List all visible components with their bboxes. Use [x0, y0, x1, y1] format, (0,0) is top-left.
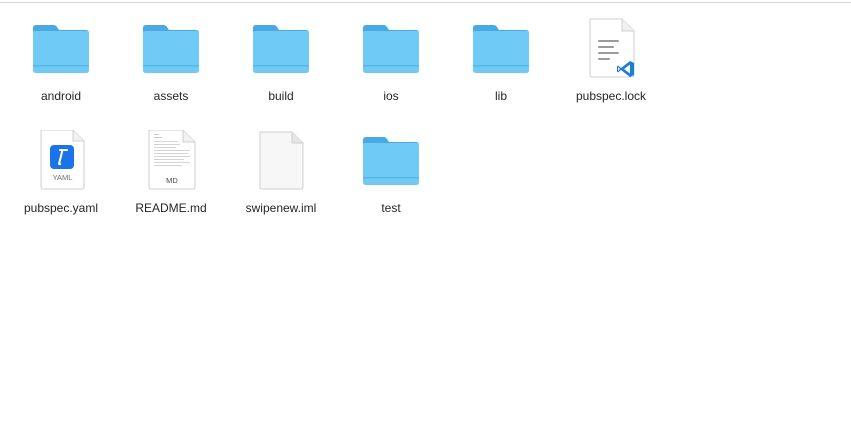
file-item-label: README.md [135, 201, 207, 215]
file-item-label: android [40, 89, 82, 103]
blank-document-icon [251, 130, 311, 190]
file-item-label: swipenew.iml [245, 201, 317, 215]
file-item-ios[interactable]: ios [336, 14, 446, 126]
file-grid: android assets build ios lib pubspec.loc… [6, 14, 666, 238]
file-item-label: build [268, 89, 294, 103]
folder-icon [31, 18, 91, 78]
file-grid-row: YAML pubspec.yaml MD README.md swipenew.… [6, 126, 666, 238]
yaml-document-icon: YAML [31, 130, 91, 190]
file-grid-row: android assets build ios lib pubspec.loc… [6, 14, 666, 126]
file-item-label: test [381, 201, 401, 215]
file-item-android[interactable]: android [6, 14, 116, 126]
file-item-label: lib [494, 89, 507, 103]
file-item-test[interactable]: test [336, 126, 446, 238]
file-item-label: assets [153, 89, 189, 103]
yaml-badge: YAML [53, 173, 73, 182]
file-item-readme[interactable]: MD README.md [116, 126, 226, 238]
file-item-label: pubspec.yaml [23, 201, 99, 215]
file-item-label: pubspec.lock [575, 89, 647, 103]
folder-icon [361, 130, 421, 190]
file-item-pubspec-yaml[interactable]: YAML pubspec.yaml [6, 126, 116, 238]
markdown-document-icon: MD [141, 130, 201, 190]
file-item-build[interactable]: build [226, 14, 336, 126]
file-item-pubspec-lock[interactable]: pubspec.lock [556, 14, 666, 126]
folder-icon [361, 18, 421, 78]
folder-icon [251, 18, 311, 78]
file-item-lib[interactable]: lib [446, 14, 556, 126]
file-item-swipenew-iml[interactable]: swipenew.iml [226, 126, 336, 238]
file-item-assets[interactable]: assets [116, 14, 226, 126]
vscode-document-icon [581, 18, 641, 78]
folder-icon [471, 18, 531, 78]
file-item-label: ios [383, 89, 399, 103]
md-badge: MD [166, 176, 178, 185]
folder-icon [141, 18, 201, 78]
toolbar-divider [0, 2, 851, 3]
